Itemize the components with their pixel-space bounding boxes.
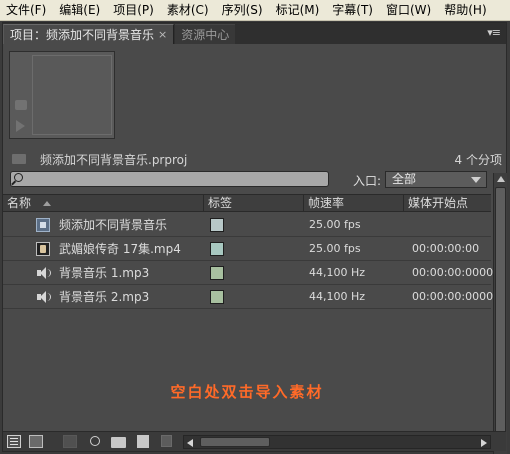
project-item-list: 频添加不同背景音乐 25.00 fps 武媚娘传奇 17集.mp4 25.00 … [3,213,500,309]
audio-icon [36,266,51,280]
panel-tab-bar: 项目：频添加不同背景音乐 × 资源中心 ▾≡ [3,23,506,44]
chevron-down-icon [471,177,481,183]
scroll-right-icon[interactable] [481,439,487,447]
menu-clip[interactable]: 素材(C) [161,0,216,21]
item-name: 武媚娘传奇 17集.mp4 [59,242,181,256]
item-frame-rate: 25.00 fps [309,218,361,231]
menu-sequence[interactable]: 序列(S) [216,0,270,21]
column-media-start-label: 媒体开始点 [408,196,469,210]
column-header: 名称 标签 帧速率 媒体开始点 [3,194,491,212]
column-name-label: 名称 [7,196,32,210]
project-info-row: 频添加不同背景音乐.prproj 4 个分项 [9,151,504,167]
sequence-icon [36,218,50,232]
poster-frame-icon[interactable] [15,100,27,110]
item-media-start: 00:00:00:00000 [412,290,501,303]
search-icon [14,173,23,182]
bottom-toolbar [3,431,506,451]
list-view-icon[interactable] [7,435,21,448]
find-icon[interactable] [90,436,100,446]
sort-ascending-icon [42,201,51,206]
tab-project[interactable]: 项目：频添加不同背景音乐 × [3,24,175,45]
import-hint-text[interactable]: 空白处双击导入素材 [3,381,491,402]
menu-file[interactable]: 文件(F) [0,0,53,21]
menu-help[interactable]: 帮助(H) [438,0,493,21]
item-name: 背景音乐 2.mp3 [59,290,150,304]
label-color-swatch[interactable] [210,290,224,304]
column-label[interactable]: 标签 [203,195,303,212]
in-filter-label: 入口: [353,174,382,188]
preview-thumbnail [9,51,115,139]
scroll-up-icon[interactable] [497,176,505,182]
project-panel: 项目：频添加不同背景音乐 × 资源中心 ▾≡ 频添加不同背景音乐.prproj … [2,22,507,454]
menu-bar: 文件(F) 编辑(E) 项目(P) 素材(C) 序列(S) 标记(M) 字幕(T… [0,0,510,21]
list-item[interactable]: 频添加不同背景音乐 25.00 fps [3,213,491,237]
vertical-scrollbar[interactable] [493,173,507,454]
icon-view-icon[interactable] [29,435,43,448]
label-color-swatch[interactable] [210,266,224,280]
scroll-thumb[interactable] [200,437,270,447]
column-name[interactable]: 名称 [3,195,203,212]
preview-controls [13,98,27,138]
video-clip-icon [36,242,50,256]
audio-icon [36,290,51,304]
item-name: 背景音乐 1.mp3 [59,266,150,280]
menu-window[interactable]: 窗口(W) [380,0,438,21]
automate-to-sequence-icon[interactable] [63,435,77,448]
new-bin-icon[interactable] [111,437,126,448]
list-item[interactable]: 背景音乐 1.mp3 44,100 Hz 00:00:00:00000 [3,261,500,285]
tab-resources-label: 资源中心 [181,27,230,42]
close-icon[interactable]: × [158,25,167,45]
label-color-swatch[interactable] [210,242,224,256]
item-name: 频添加不同背景音乐 [59,218,168,232]
tab-project-label: 项目：频添加不同背景音乐 [10,27,155,42]
column-media-start[interactable]: 媒体开始点 [403,195,491,212]
column-frame-rate[interactable]: 帧速率 [303,195,403,212]
folder-icon [12,154,26,164]
item-media-start: 00:00:00:00000 [412,266,501,279]
play-icon[interactable] [16,120,25,132]
menu-title[interactable]: 字幕(T) [326,0,380,21]
panel-menu-icon[interactable]: ▾≡ [487,26,501,39]
scroll-left-icon[interactable] [187,439,193,447]
horizontal-scrollbar[interactable] [183,435,491,449]
menu-edit[interactable]: 编辑(E) [53,0,107,21]
preview-frame [32,55,112,135]
new-item-icon[interactable] [137,435,149,448]
in-filter-select[interactable]: 全部 [385,171,487,188]
tab-resource-central[interactable]: 资源中心 [175,24,236,44]
menu-project[interactable]: 项目(P) [107,0,161,21]
in-filter-value: 全部 [392,172,417,186]
item-frame-rate: 25.00 fps [309,242,361,255]
list-item[interactable]: 武媚娘传奇 17集.mp4 25.00 fps 00:00:00:00 [3,237,491,261]
search-input[interactable] [10,171,329,187]
item-media-start: 00:00:00:00 [412,242,480,255]
scroll-thumb[interactable] [495,187,506,439]
column-frame-rate-label: 帧速率 [308,196,345,210]
item-frame-rate: 44,100 Hz [309,266,366,279]
item-frame-rate: 44,100 Hz [309,290,366,303]
menu-marker[interactable]: 标记(M) [270,0,327,21]
item-count: 4 个分项 [454,153,502,167]
list-item[interactable]: 背景音乐 2.mp3 44,100 Hz 00:00:00:00000 [3,285,500,309]
trash-icon[interactable] [161,435,172,447]
column-label-label: 标签 [208,196,233,210]
label-color-swatch[interactable] [210,218,224,232]
project-file-name: 频添加不同背景音乐.prproj [40,152,188,167]
